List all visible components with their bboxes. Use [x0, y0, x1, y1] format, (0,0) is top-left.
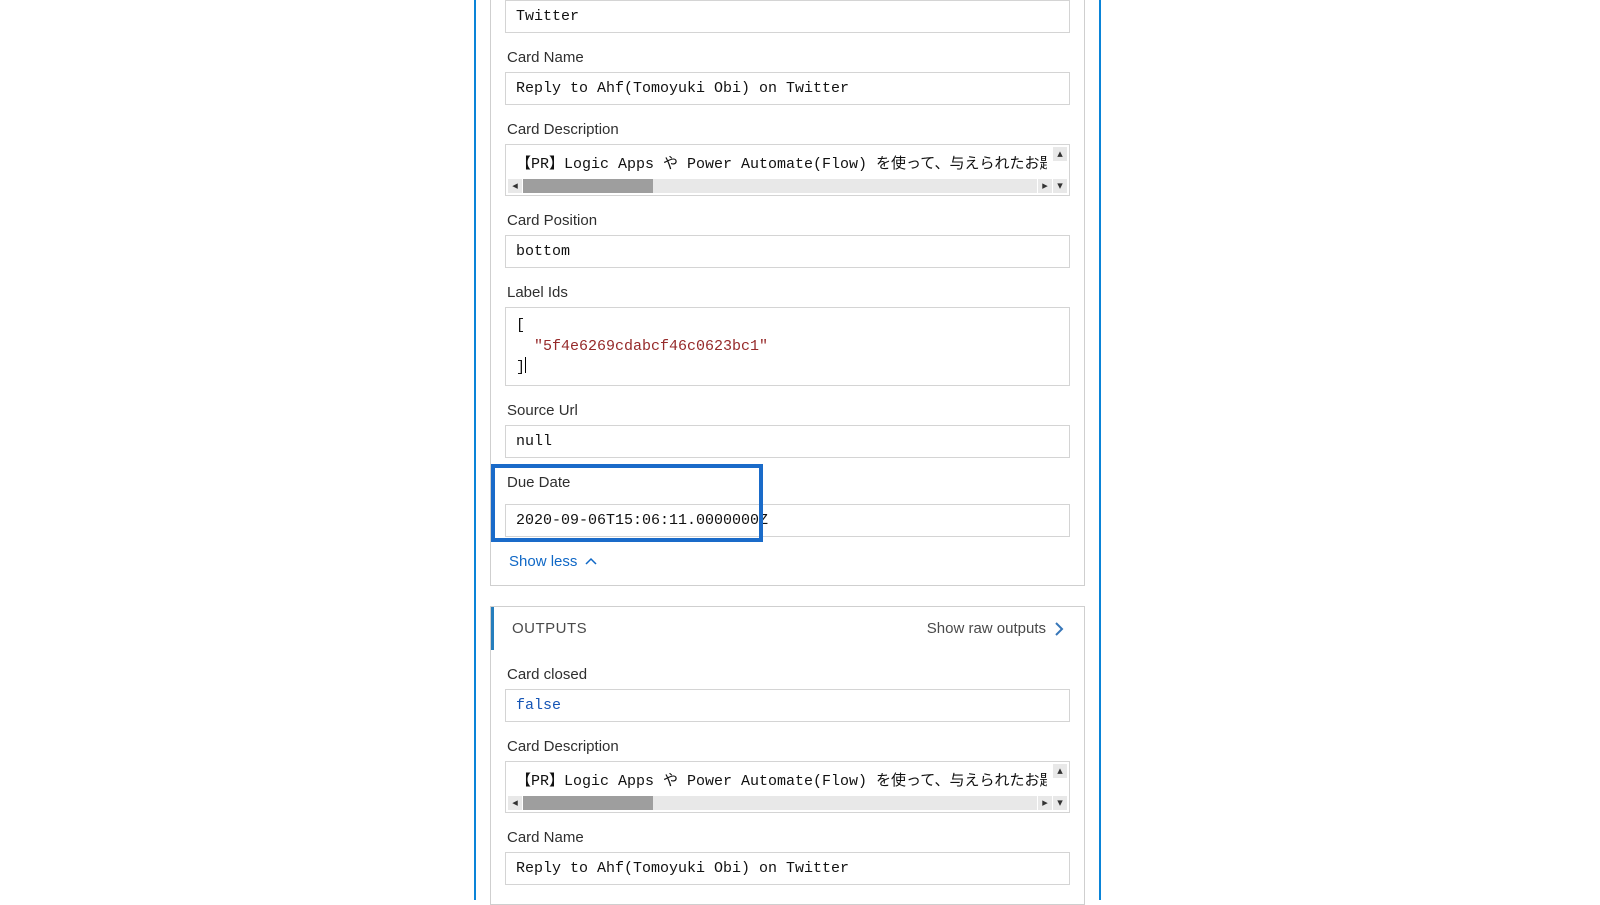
card-closed-value: false	[516, 697, 561, 714]
card-description-label: Card Description	[491, 121, 1084, 144]
outputs-bar: OUTPUTS Show raw outputs	[491, 607, 1084, 650]
card-closed-label: Card closed	[491, 666, 1084, 689]
scroll-up-icon[interactable]: ▴	[1053, 147, 1067, 161]
show-less-label: Show less	[509, 553, 577, 570]
out-card-name-box[interactable]: Reply to Ahf(Tomoyuki Obi) on Twitter	[505, 852, 1070, 885]
scroll-right-icon[interactable]: ▸	[1038, 796, 1052, 810]
due-date-label: Due Date	[505, 474, 1070, 497]
show-less-link[interactable]: Show less	[491, 553, 1084, 570]
show-raw-outputs-link[interactable]: Show raw outputs	[927, 620, 1066, 637]
scroll-hthumb[interactable]	[523, 179, 653, 193]
due-date-box[interactable]: 2020-09-06T15:06:11.0000000Z	[505, 504, 1070, 537]
input-twitter-box[interactable]: Twitter	[505, 0, 1070, 33]
text-caret	[525, 357, 526, 373]
label-ids-box[interactable]: [ "5f4e6269cdabcf46c0623bc1" ]	[505, 307, 1070, 386]
card-position-box[interactable]: bottom	[505, 235, 1070, 268]
out-card-name-label: Card Name	[491, 829, 1084, 852]
json-string-value: "5f4e6269cdabcf46c0623bc1"	[516, 338, 768, 355]
chevron-up-icon	[585, 556, 597, 568]
scroll-hthumb[interactable]	[523, 796, 653, 810]
json-bracket-open: [	[516, 317, 525, 334]
card-position-label: Card Position	[491, 212, 1084, 235]
inputs-card: Twitter Card Name Reply to Ahf(Tomoyuki …	[490, 0, 1085, 586]
chevron-right-icon	[1052, 621, 1066, 637]
source-url-label: Source Url	[491, 402, 1084, 425]
card-description-box[interactable]: 【PR】Logic Apps や Power Automate(Flow) を使…	[505, 144, 1070, 196]
details-panel: Twitter Card Name Reply to Ahf(Tomoyuki …	[474, 0, 1101, 900]
source-url-box[interactable]: null	[505, 425, 1070, 458]
scroll-left-icon[interactable]: ◂	[508, 179, 522, 193]
show-raw-outputs-label: Show raw outputs	[927, 620, 1046, 637]
outputs-title: OUTPUTS	[512, 620, 587, 637]
scroll-up-icon[interactable]: ▴	[1053, 764, 1067, 778]
scroll-down-icon[interactable]: ▾	[1053, 179, 1067, 193]
due-date-group: Due Date 2020-09-06T15:06:11.0000000Z	[505, 474, 1070, 537]
out-card-description-box[interactable]: 【PR】Logic Apps や Power Automate(Flow) を使…	[505, 761, 1070, 813]
card-name-label: Card Name	[491, 49, 1084, 72]
label-ids-label: Label Ids	[491, 284, 1084, 307]
card-closed-box[interactable]: false	[505, 689, 1070, 722]
scroll-right-icon[interactable]: ▸	[1038, 179, 1052, 193]
card-name-box[interactable]: Reply to Ahf(Tomoyuki Obi) on Twitter	[505, 72, 1070, 105]
scroll-left-icon[interactable]: ◂	[508, 796, 522, 810]
scroll-down-icon[interactable]: ▾	[1053, 796, 1067, 810]
json-bracket-close: ]	[516, 359, 525, 376]
label-ids-json: [ "5f4e6269cdabcf46c0623bc1" ]	[516, 315, 1059, 378]
outputs-card: OUTPUTS Show raw outputs Card closed fal…	[490, 606, 1085, 905]
out-card-description-label: Card Description	[491, 738, 1084, 761]
